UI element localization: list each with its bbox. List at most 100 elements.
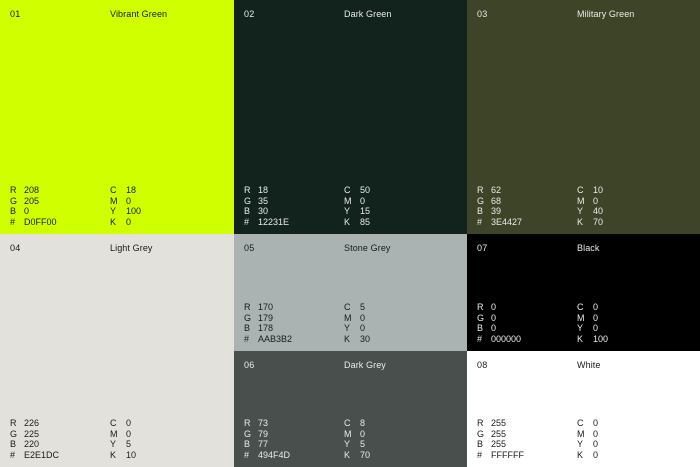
- value-hex: E2E1DC: [24, 449, 60, 460]
- label-y: Y: [577, 206, 584, 216]
- value-y: 0: [593, 439, 599, 449]
- value-m: 0: [360, 312, 366, 323]
- swatch-values: R 18 C 50 G 35 M 0 B 30 Y 15 #12231E K 85: [244, 185, 400, 227]
- swatch-light-grey: 04 Light Grey R 226 C 0 G 225 M 0 B 220 Y 5 # E2E1…: [0, 234, 234, 467]
- value-r: 170: [258, 302, 274, 312]
- swatch-values: R0C0 G0M0 B0Y0 #000000 K 100: [477, 302, 633, 344]
- label-c: C: [110, 418, 117, 428]
- value-m: 0: [126, 428, 132, 439]
- label-b: B: [10, 206, 17, 216]
- value-b: 39: [491, 206, 502, 216]
- label-r: R: [244, 418, 251, 428]
- label-y: Y: [110, 206, 117, 216]
- label-y: Y: [577, 439, 584, 449]
- value-y: 5: [360, 439, 366, 449]
- label-m: M: [577, 312, 585, 323]
- label-b: B: [477, 439, 484, 449]
- swatch-name: Dark Grey: [344, 360, 386, 370]
- label-b: B: [477, 206, 484, 216]
- label-m: M: [577, 195, 585, 206]
- swatch-number: 08: [477, 360, 488, 370]
- label-m: M: [344, 195, 352, 206]
- value-y: 100: [126, 206, 142, 216]
- label-r: R: [477, 418, 484, 428]
- value-c: 18: [126, 185, 137, 195]
- swatch-values: R 73 C 8 G 79 M 0 B 77 Y 5 #494F4D K 70: [244, 418, 400, 460]
- value-m: 0: [360, 195, 366, 206]
- value-c: 8: [360, 418, 366, 428]
- value-y: 5: [126, 439, 132, 449]
- value-c: 0: [126, 418, 132, 428]
- label-r: R: [244, 302, 251, 312]
- value-m: 0: [126, 195, 132, 206]
- value-hex: 494F4D: [258, 449, 291, 460]
- swatch-vibrant-green: 01 Vibrant Green R 208 C 18 G 205 M 0 B 0 Y 100 #…: [0, 0, 234, 234]
- label-b: B: [10, 439, 17, 449]
- label-c: C: [344, 418, 351, 428]
- value-g: 205: [24, 195, 40, 206]
- swatch-white: 08 White R 255 C 0 G 255 M 0 B 255 Y 0 # FFFFFF K 0: [467, 351, 700, 467]
- label-hash: #: [477, 449, 483, 460]
- value-g: 0: [491, 312, 497, 323]
- label-k: K: [577, 449, 584, 460]
- swatch-name: Black: [577, 243, 600, 253]
- swatch-number: 07: [477, 243, 488, 253]
- swatch-black: 07 Black R0C0 G0M0 B0Y0 #000000 K 100: [467, 234, 700, 351]
- label-r: R: [477, 302, 484, 312]
- label-hash: #: [244, 216, 250, 227]
- value-c: 50: [360, 185, 371, 195]
- value-hex: FFFFFF: [491, 449, 524, 460]
- value-hex: 12231E: [258, 216, 290, 227]
- value-g: 255: [491, 428, 507, 439]
- value-k: 70: [593, 216, 604, 227]
- value-k: 70: [360, 449, 371, 460]
- value-c: 0: [593, 302, 599, 312]
- value-k: 0: [126, 216, 132, 227]
- swatch-values: R 208 C 18 G 205 M 0 B 0 Y 100 # D0FF00 K 0: [10, 185, 166, 227]
- value-hex: 3E4427: [491, 216, 523, 227]
- label-r: R: [10, 185, 17, 195]
- label-y: Y: [344, 439, 351, 449]
- label-c: C: [577, 185, 584, 195]
- label-k: K: [110, 216, 117, 227]
- label-m: M: [344, 428, 352, 439]
- value-b: 0: [24, 206, 30, 216]
- value-g: 179: [258, 312, 274, 323]
- swatch-name: Stone Grey: [344, 243, 391, 253]
- swatch-number: 02: [244, 9, 255, 19]
- label-g: G: [477, 195, 485, 206]
- swatch-dark-grey: 06 Dark Grey R 73 C 8 G 79 M 0 B 77 Y 5 #494F4D K 7…: [234, 351, 467, 467]
- swatch-name: Military Green: [577, 9, 635, 19]
- value-r: 0: [491, 302, 497, 312]
- value-m: 0: [593, 312, 599, 323]
- value-b: 77: [258, 439, 269, 449]
- swatch-values: R 170 C 5 G 179 M 0 B 178 Y 0 # AAB3B2 K 30: [244, 302, 400, 344]
- value-c: 0: [593, 418, 599, 428]
- label-k: K: [110, 449, 117, 460]
- value-c: 10: [593, 185, 604, 195]
- value-r: 226: [24, 418, 40, 428]
- value-y: 0: [360, 323, 366, 333]
- value-r: 73: [258, 418, 269, 428]
- value-b: 0: [491, 323, 497, 333]
- label-hash: #: [10, 449, 16, 460]
- label-r: R: [10, 418, 17, 428]
- swatch-military-green: 03 Military Green R 62 C 10 G 68 M 0 B 39 Y 40 #3…: [467, 0, 700, 234]
- label-g: G: [244, 428, 252, 439]
- value-b: 220: [24, 439, 40, 449]
- label-k: K: [577, 216, 584, 227]
- value-hex: AAB3B2: [258, 333, 293, 344]
- value-y: 15: [360, 206, 371, 216]
- label-r: R: [244, 185, 251, 195]
- label-y: Y: [110, 439, 117, 449]
- value-hex: D0FF00: [24, 216, 57, 227]
- value-r: 62: [491, 185, 502, 195]
- label-k: K: [344, 449, 351, 460]
- swatch-values: R 255 C 0 G 255 M 0 B 255 Y 0 # FFFFFF K 0: [477, 418, 633, 460]
- swatch-number: 06: [244, 360, 255, 370]
- label-k: K: [344, 333, 351, 344]
- label-y: Y: [344, 206, 351, 216]
- value-y: 0: [593, 323, 599, 333]
- label-m: M: [110, 428, 118, 439]
- value-hex: 000000: [491, 333, 522, 344]
